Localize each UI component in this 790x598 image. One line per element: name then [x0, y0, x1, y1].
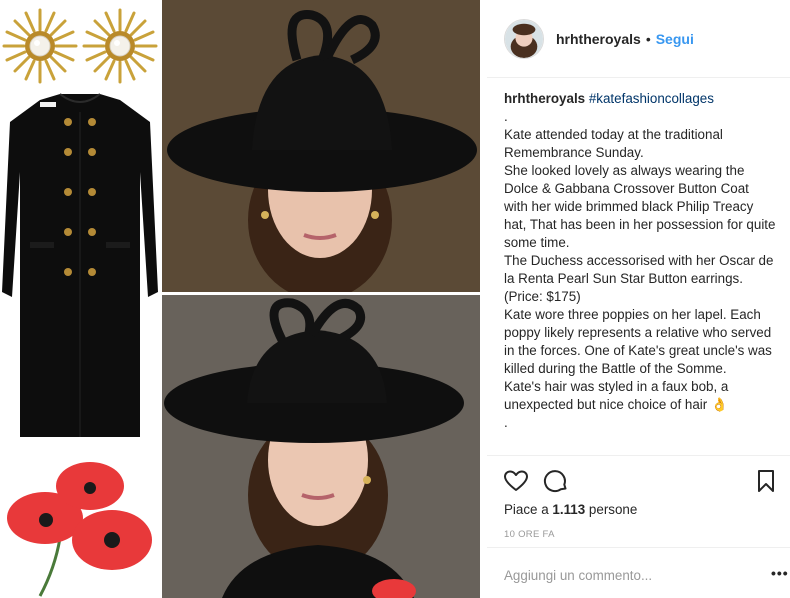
- separator-dot: •: [645, 30, 651, 47]
- portrait-bottom-image: [162, 295, 480, 598]
- caption-line: The Duchess accessorised with her Oscar …: [504, 253, 774, 304]
- poppies-image: [0, 458, 160, 598]
- username-link[interactable]: hrhtheroyals: [556, 31, 641, 47]
- earrings-image: [0, 0, 160, 92]
- ellipsis-icon[interactable]: •••: [771, 565, 789, 581]
- post-header: hrhtheroyals • Segui: [487, 0, 790, 78]
- comment-input[interactable]: [504, 565, 744, 585]
- comment-bubble-icon[interactable]: [543, 468, 569, 494]
- portrait-top-image: [162, 0, 480, 292]
- avatar[interactable]: [504, 18, 544, 59]
- post-timestamp[interactable]: 10 ORE FA: [504, 529, 555, 540]
- caption-line: .: [504, 415, 508, 430]
- post-side-panel: hrhtheroyals • Segui hrhtheroyals #katef…: [487, 0, 790, 598]
- caption-line: Kate's hair was styled in a faux bob, a …: [504, 379, 729, 412]
- post-caption: hrhtheroyals #katefashioncollages . Kate…: [504, 90, 776, 456]
- likes-number: 1.113: [552, 502, 586, 517]
- caption-line: .: [504, 109, 508, 124]
- caption-line: Kate attended today at the traditional R…: [504, 127, 723, 160]
- caption-line: She looked lovely as always wearing the …: [504, 163, 776, 250]
- likes-count[interactable]: Piace a 1.113 persone: [504, 502, 637, 517]
- caption-username-link[interactable]: hrhtheroyals: [504, 91, 585, 106]
- coat-image: [0, 92, 160, 455]
- post-actions: Piace a 1.113 persone 10 ORE FA: [487, 455, 790, 547]
- follow-button[interactable]: Segui: [656, 31, 694, 47]
- caption-line: Kate wore three poppies on her lapel. Ea…: [504, 307, 772, 376]
- heart-outline-icon[interactable]: [503, 468, 529, 494]
- caption-hashtag-link[interactable]: #katefashioncollages: [589, 91, 714, 106]
- comment-bar: •••: [487, 547, 790, 598]
- post-image-collage[interactable]: [0, 0, 482, 598]
- bookmark-icon[interactable]: [753, 468, 779, 494]
